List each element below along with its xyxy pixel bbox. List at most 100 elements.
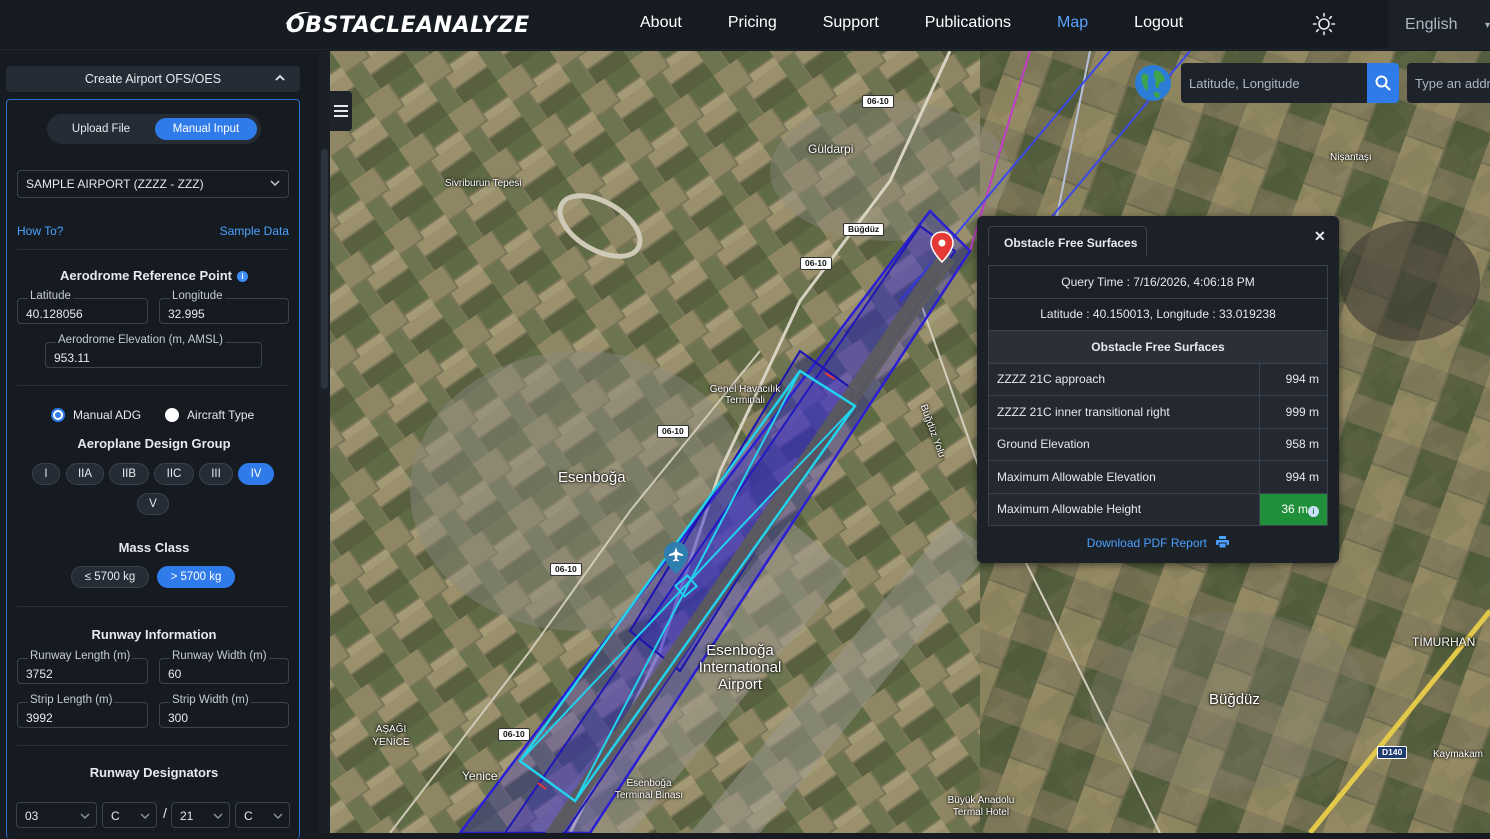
chevron-down-icon: ▾ <box>1484 20 1490 31</box>
table-row: Query Time : 7/16/2026, 4:06:18 PM <box>988 265 1328 299</box>
longitude-input[interactable] <box>160 299 288 323</box>
latlng-search-field <box>1181 63 1367 103</box>
strip-width-input[interactable] <box>160 703 288 727</box>
nav-publications[interactable]: Publications <box>925 14 1011 32</box>
query-coords: Latitude : 40.150013, Longitude : 33.019… <box>988 297 1328 331</box>
adg-chip-iic[interactable]: IIC <box>154 463 194 485</box>
brand-logo[interactable]: OBSTACLEANALYZE <box>286 8 530 42</box>
elevation-input[interactable] <box>46 343 261 367</box>
max-allowable-height-label: Maximum Allowable Height <box>988 492 1260 526</box>
mass-light-chip[interactable]: ≤ 5700 kg <box>71 566 149 588</box>
map-label-esenboga-airport: Esenboğa International Airport <box>698 642 782 693</box>
surface-value: 999 m <box>1259 395 1328 429</box>
adg-chip-i[interactable]: I <box>32 463 60 485</box>
map-label-buyuk-anadolu: Büyük Anadolu Termal Hotel <box>947 795 1015 818</box>
max-allowable-height-cell: 36 mi <box>1259 492 1328 526</box>
info-icon[interactable]: i <box>1308 505 1319 517</box>
adg-chip-iii[interactable]: III <box>199 463 233 485</box>
chevron-down-icon <box>270 180 280 187</box>
adg-chip-v[interactable]: V <box>137 493 169 515</box>
runway-width-input[interactable] <box>160 659 288 683</box>
how-to-link[interactable]: How To? <box>17 224 63 238</box>
max-allowable-height-value: 36 m <box>1281 501 1308 516</box>
close-icon[interactable]: ✕ <box>1314 228 1326 245</box>
map-menu-toggle[interactable] <box>330 91 352 131</box>
map-label-terminal-binasi: Esenboğa Terminal Binası <box>614 778 684 801</box>
strip-length-field: Strip Length (m) <box>17 694 148 728</box>
road-shield: 06-10 <box>862 95 894 108</box>
upload-file-tab[interactable]: Upload File <box>53 118 149 140</box>
sun-icon[interactable] <box>1312 12 1336 36</box>
location-pin-icon[interactable] <box>930 231 954 263</box>
suffix-2-select[interactable]: C <box>235 802 290 828</box>
adg-chip-iib[interactable]: IIB <box>109 463 149 485</box>
aircraft-type-radio[interactable] <box>165 408 180 422</box>
nav-logout[interactable]: Logout <box>1134 14 1183 32</box>
aircraft-type-label: Aircraft Type <box>187 408 255 422</box>
popup-tab-ofs[interactable]: Obstacle Free Surfaces <box>988 226 1147 256</box>
ground-elevation-label: Ground Elevation <box>988 427 1260 461</box>
ofs-result-popup: Obstacle Free Surfaces ✕ Query Time : 7/… <box>977 216 1339 563</box>
nav-support[interactable]: Support <box>823 14 879 32</box>
road-shield: 06-10 <box>800 257 832 270</box>
mass-heavy-chip[interactable]: > 5700 kg <box>157 566 235 588</box>
nav-map[interactable]: Map <box>1057 14 1088 32</box>
download-pdf-label: Download PDF Report <box>1086 536 1207 550</box>
divider <box>17 606 289 607</box>
manual-adg-radio[interactable] <box>51 408 65 422</box>
latitude-input[interactable] <box>18 299 147 323</box>
suffix-1-select[interactable]: C <box>102 802 157 828</box>
scrollbar-thumb[interactable] <box>321 149 328 389</box>
info-icon[interactable]: i <box>236 271 248 282</box>
map-label-genel-havacilik: Genel Havacılık Terminali <box>709 384 781 406</box>
runway-length-input[interactable] <box>18 659 147 683</box>
chevron-down-icon <box>213 813 223 820</box>
map-label-guldarpi: Güldarpi <box>808 142 854 156</box>
max-allowable-elevation-value: 994 m <box>1259 460 1328 494</box>
table-row: Maximum Allowable Elevation 994 m <box>988 460 1328 494</box>
chevron-up-icon <box>275 74 285 81</box>
latitude-field: Latitude <box>17 290 148 324</box>
designator-1-value: 03 <box>25 809 39 823</box>
airport-form: Upload File Manual Input SAMPLE AIRPORT … <box>6 99 300 839</box>
strip-length-input[interactable] <box>18 703 147 727</box>
manual-adg-label: Manual ADG <box>73 408 142 422</box>
search-button[interactable] <box>1367 63 1399 103</box>
adg-chip-iv[interactable]: IV <box>238 463 274 485</box>
table-row: Maximum Allowable Height 36 mi <box>988 492 1328 526</box>
table-title: Obstacle Free Surfaces <box>988 330 1328 364</box>
design-group-title: Aeroplane Design Group <box>77 436 231 451</box>
runway-designators-title: Runway Designators <box>89 765 219 780</box>
language-label: English <box>1405 16 1458 33</box>
top-navigation-bar: OBSTACLEANALYZE About Pricing Support Pu… <box>0 0 1490 50</box>
ofs-result-table: Query Time : 7/16/2026, 4:06:18 PM Latit… <box>988 265 1328 526</box>
brand-name: OBSTACLEANALYZE <box>286 12 530 38</box>
divider <box>17 385 289 386</box>
map-label-kaymakam: Kaymakam <box>1433 749 1484 760</box>
hamburger-icon <box>334 105 348 117</box>
language-select[interactable]: English ▾ <box>1388 0 1490 50</box>
road-shield: D140 <box>1377 746 1408 759</box>
airport-marker-icon[interactable] <box>662 541 690 575</box>
sample-data-link[interactable]: Sample Data <box>220 224 289 238</box>
panel-scrollbar[interactable] <box>319 51 330 833</box>
designator-1-select[interactable]: 03 <box>16 802 97 828</box>
nav-about[interactable]: About <box>640 14 682 32</box>
adg-chip-iia[interactable]: IIA <box>66 463 104 485</box>
latlng-search-input[interactable] <box>1181 63 1367 103</box>
designator-2-select[interactable]: 21 <box>171 802 230 828</box>
manual-input-tab[interactable]: Manual Input <box>155 118 257 140</box>
table-row: Obstacle Free Surfaces <box>988 330 1328 364</box>
suffix-2-value: C <box>244 809 253 823</box>
download-pdf-link[interactable]: Download PDF Report <box>977 536 1339 550</box>
longitude-field: Longitude <box>159 290 289 324</box>
address-search-input[interactable] <box>1407 63 1490 103</box>
airport-select-value: SAMPLE AIRPORT (ZZZZ - ZZZ) <box>26 177 204 191</box>
map-label-yenice: Yenice <box>462 769 498 783</box>
nav-pricing[interactable]: Pricing <box>728 14 777 32</box>
road-shield: 06-10 <box>550 563 582 576</box>
table-row: ZZZZ 21C approach 994 m <box>988 362 1328 396</box>
airport-select[interactable]: SAMPLE AIRPORT (ZZZZ - ZZZ) <box>17 170 289 198</box>
panel-header-toggle[interactable]: Create Airport OFS/OES <box>6 66 300 92</box>
globe-icon[interactable] <box>1134 64 1172 102</box>
